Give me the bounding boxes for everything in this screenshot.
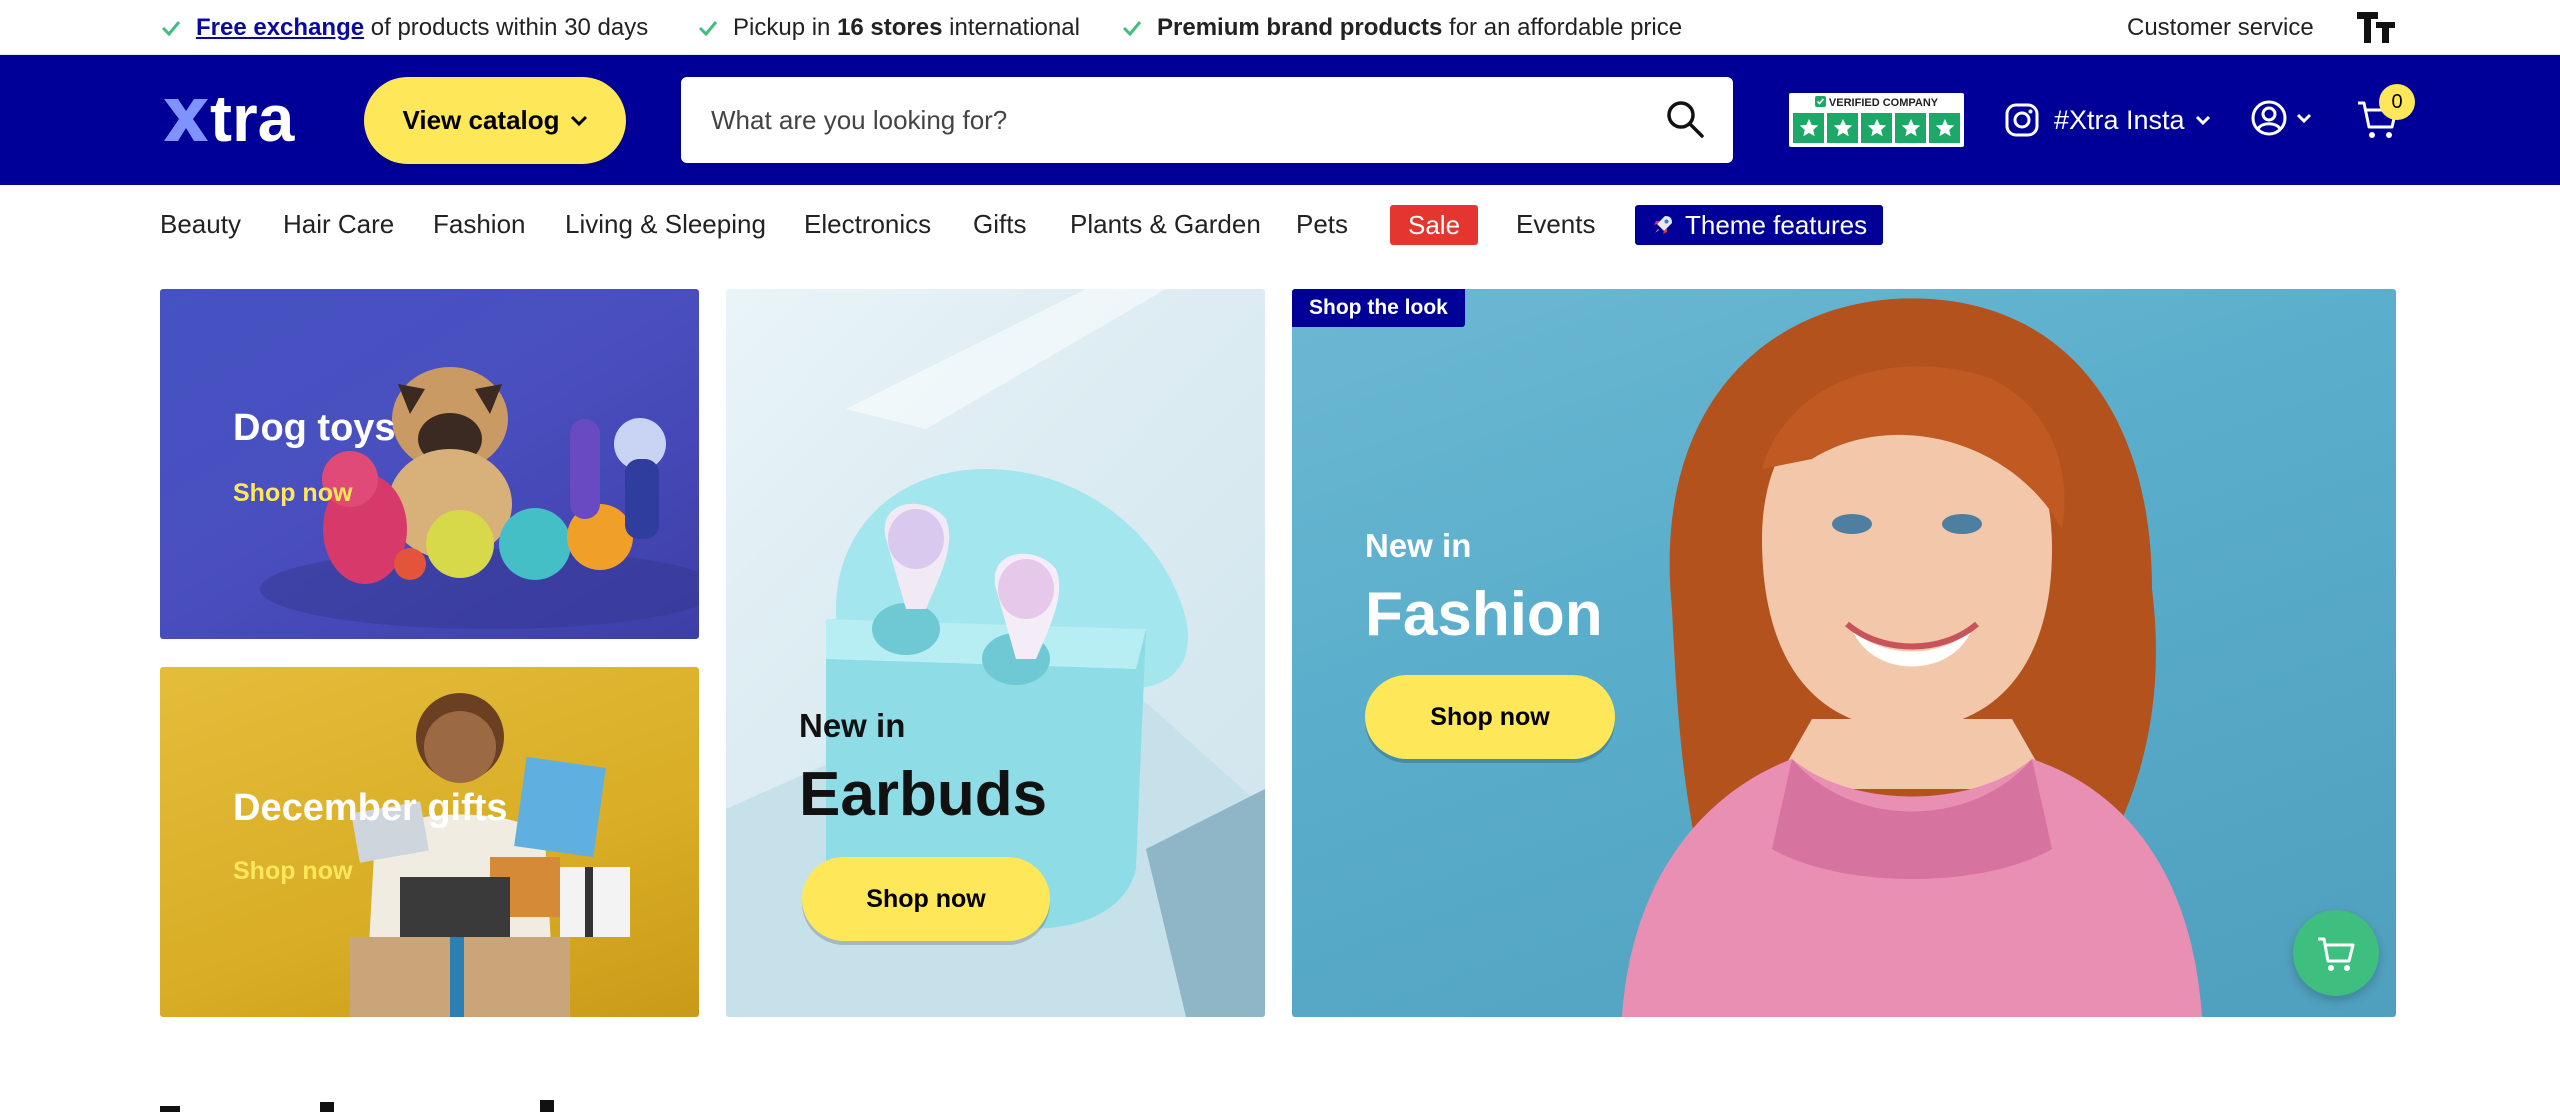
usp-text: of products within 30 days [364,13,649,41]
fashion-title: Fashion [1365,580,1603,649]
nav-item-living-sleeping[interactable]: Living & Sleeping [565,185,766,263]
svg-text:tra: tra [210,85,296,149]
nav-item-theme-features[interactable]: Theme features [1635,205,1884,245]
verified-text: VERIFIED COMPANY [1828,97,1939,109]
star-icon [1793,113,1824,143]
text-size-icon[interactable] [2356,10,2396,44]
star-icon [1861,113,1892,143]
shop-the-look-badge[interactable]: Shop the look [1292,289,1465,327]
fashion-shop-button[interactable]: Shop now [1365,675,1615,759]
trustpilot-badge[interactable]: VERIFIED COMPANY [1789,93,1964,147]
shield-check-icon [1814,96,1826,107]
view-catalog-label: View catalog [402,105,560,135]
usp-bold: Premium brand products [1157,13,1443,41]
cart-icon [2318,937,2355,971]
user-icon [2251,100,2287,136]
chevron-down-icon [2296,113,2312,123]
account-menu[interactable] [2250,99,2312,137]
promo-tile-december-gifts[interactable]: December gifts Shop now [160,667,699,1017]
check-icon [1122,20,1142,36]
earbuds-kicker: New in [799,707,906,744]
verified-company-label: VERIFIED COMPANY [1789,96,1964,109]
top-info-bar: Free exchange of products within 30 days… [0,0,2560,55]
next-section-heading-clipped [160,1100,554,1112]
category-nav: Beauty Hair Care Fashion Living & Sleepi… [0,185,2560,263]
customer-service-link[interactable]: Customer service [2127,0,2314,55]
search-input[interactable] [681,80,1641,160]
nav-item-gifts[interactable]: Gifts [973,185,1026,263]
view-catalog-button[interactable]: View catalog [364,77,626,164]
nav-item-events[interactable]: Events [1516,185,1596,263]
star-icon [1895,113,1926,143]
usp-free-exchange: Free exchange of products within 30 days [160,0,648,55]
floating-cart-button[interactable] [2293,910,2379,996]
fashion-kicker: New in [1365,527,1472,564]
dog-toys-shop-link[interactable]: Shop now [233,479,352,508]
nav-item-plants-garden[interactable]: Plants & Garden [1070,185,1261,263]
xtra-logo[interactable]: tra [160,85,312,149]
nav-item-beauty[interactable]: Beauty [160,185,241,263]
december-gifts-title: December gifts [233,787,508,829]
rating-stars [1793,113,1960,143]
instagram-label: #Xtra Insta [2054,104,2185,135]
free-exchange-link[interactable]: Free exchange [196,14,364,42]
instagram-menu[interactable]: #Xtra Insta [2004,55,2211,185]
chevron-down-icon [570,115,587,126]
main-header: tra View catalog VERIFIED COMPANY #Xtra … [0,55,2560,185]
theme-features-label: Theme features [1685,209,1868,240]
search-icon[interactable] [1665,99,1705,139]
check-icon [698,20,718,36]
usp-bold: 16 stores [837,13,943,41]
december-gifts-image [350,693,630,1017]
nav-item-fashion[interactable]: Fashion [433,185,526,263]
rocket-icon [1654,216,1672,234]
nav-item-electronics[interactable]: Electronics [804,185,931,263]
december-gifts-shop-link[interactable]: Shop now [233,857,352,886]
usp-text: Pickup in [733,13,838,41]
nav-item-pets[interactable]: Pets [1296,185,1348,263]
usp-premium: Premium brand products for an affordable… [1121,0,1682,55]
promo-tile-earbuds[interactable]: New in Earbuds Shop now [726,289,1265,1017]
cart-count-badge: 0 [2379,84,2415,120]
nav-item-hair-care[interactable]: Hair Care [283,185,394,263]
usp-text: for an affordable price [1442,13,1683,41]
star-icon [1929,113,1960,143]
nav-item-sale[interactable]: Sale [1390,205,1479,245]
promo-tile-fashion[interactable]: New in Fashion Shop now [1292,289,2396,1017]
dog-toys-image [260,367,699,629]
usp-text: international [942,13,1080,41]
earbuds-shop-button[interactable]: Shop now [802,857,1050,941]
earbuds-title: Earbuds [799,760,1048,829]
chevron-down-icon [2195,115,2210,125]
search-bar [681,77,1733,163]
promo-tile-dog-toys[interactable]: Dog toys Shop now [160,289,699,639]
dog-toys-title: Dog toys [233,407,396,449]
fashion-model-image [1622,298,2202,1017]
instagram-icon [2005,103,2039,137]
usp-pickup: Pickup in 16 stores international [697,0,1080,55]
star-icon [1827,113,1858,143]
check-icon [161,20,181,36]
